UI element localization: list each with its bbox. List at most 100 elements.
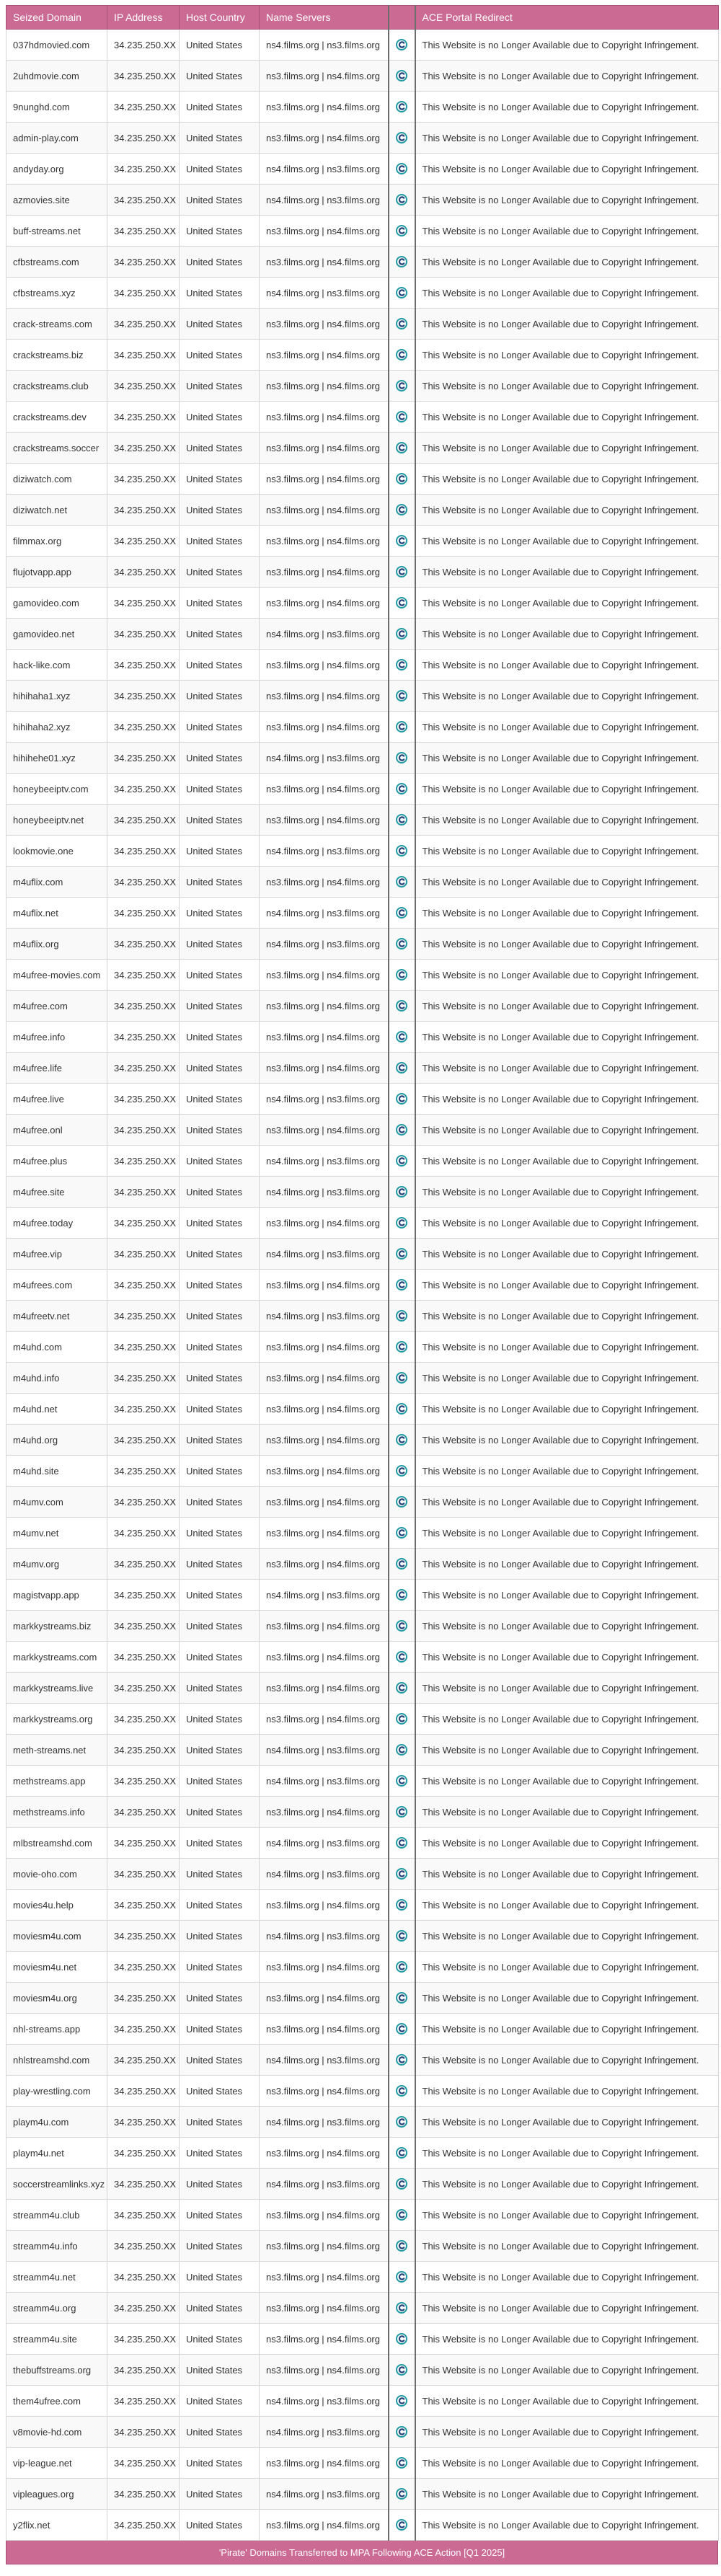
table-row: crackstreams.soccer 34.235.250.XX United S…: [6, 432, 719, 464]
ace-portal-redirect-cell: This Website is no Longer Available due …: [415, 1703, 719, 1735]
ip-address-cell: 34.235.250.XX: [107, 1889, 180, 1921]
ace-portal-redirect-cell: This Website is no Longer Available due …: [415, 1269, 719, 1301]
host-country-cell: United States: [179, 2168, 260, 2200]
ip-address-cell: 34.235.250.XX: [107, 2292, 180, 2324]
ace-portal-redirect-cell: This Website is no Longer Available due …: [415, 556, 719, 588]
host-country-cell: United States: [179, 1393, 260, 1425]
ace-logo-icon: [396, 938, 407, 950]
table-row: methstreams.app 34.235.250.XX United State…: [6, 1765, 719, 1797]
ace-portal-redirect-cell: This Website is no Longer Available due …: [415, 990, 719, 1022]
ace-icon-cell: [387, 1827, 416, 1859]
ace-icon-cell: [387, 2013, 416, 2045]
name-servers-cell: ns3.films.org | ns4.films.org: [259, 711, 389, 743]
ace-logo-icon: [396, 1062, 407, 1074]
table-row: m4ufree.info 34.235.250.XX United States ns…: [6, 1021, 719, 1053]
ace-portal-redirect-cell: This Website is no Longer Available due …: [415, 1796, 719, 1828]
name-servers-cell: ns4.films.org | ns3.films.org: [259, 1238, 389, 1270]
table-caption: 'Pirate' Domains Transferred to MPA Foll…: [6, 2541, 718, 2564]
seized-domain-cell: crackstreams.club: [6, 370, 107, 402]
ace-icon-cell: [387, 990, 416, 1022]
table-row: m4ufree-movies.com 34.235.250.XX United St…: [6, 959, 719, 991]
table-row: m4ufree.onl 34.235.250.XX United States ns3…: [6, 1114, 719, 1146]
ace-icon-cell: [387, 1238, 416, 1270]
table-row: v8movie-hd.com 34.235.250.XX United States…: [6, 2416, 719, 2448]
ace-logo-icon: [396, 473, 407, 485]
ace-portal-redirect-cell: This Website is no Longer Available due …: [415, 1114, 719, 1146]
ip-address-cell: 34.235.250.XX: [107, 2447, 180, 2479]
ace-icon-cell: [387, 649, 416, 681]
ace-logo-icon: [396, 2147, 407, 2159]
ace-logo-icon: [396, 39, 407, 51]
ace-icon-cell: [387, 401, 416, 433]
name-servers-cell: ns4.films.org | ns3.films.org: [259, 1083, 389, 1115]
seized-domain-cell: m4umv.com: [6, 1486, 107, 1518]
name-servers-cell: ns4.films.org | ns3.films.org: [259, 2478, 389, 2510]
ace-portal-redirect-cell: This Website is no Longer Available due …: [415, 2137, 719, 2169]
ace-icon-cell: [387, 339, 416, 371]
ip-address-cell: 34.235.250.XX: [107, 91, 180, 123]
ip-address-cell: 34.235.250.XX: [107, 1207, 180, 1239]
ip-address-cell: 34.235.250.XX: [107, 1114, 180, 1146]
name-servers-cell: ns3.films.org | ns4.films.org: [259, 525, 389, 557]
ip-address-cell: 34.235.250.XX: [107, 835, 180, 867]
host-country-cell: United States: [179, 773, 260, 805]
host-country-cell: United States: [179, 29, 260, 61]
table-row: flujotvapp.app 34.235.250.XX United States…: [6, 556, 719, 588]
host-country-cell: United States: [179, 2292, 260, 2324]
host-country-cell: United States: [179, 60, 260, 92]
seized-domain-cell: moviesm4u.org: [6, 1982, 107, 2014]
table-row: m4ufree.life 34.235.250.XX United States ns…: [6, 1052, 719, 1084]
ace-portal-redirect-cell: This Website is no Longer Available due …: [415, 1610, 719, 1642]
table-row: streamm4u.club 34.235.250.XX United States…: [6, 2199, 719, 2231]
table-row: m4uhd.info 34.235.250.XX United States ns3.…: [6, 1362, 719, 1394]
ace-icon-cell: [387, 1610, 416, 1642]
ace-portal-redirect-cell: This Website is no Longer Available due …: [415, 153, 719, 185]
seized-domain-cell: m4ufree-movies.com: [6, 959, 107, 991]
host-country-cell: United States: [179, 1951, 260, 1983]
name-servers-cell: ns3.films.org | ns4.films.org: [259, 959, 389, 991]
host-country-cell: United States: [179, 587, 260, 619]
ace-logo-icon: [396, 1527, 407, 1539]
host-country-cell: United States: [179, 835, 260, 867]
table-row: gamovideo.net 34.235.250.XX United States n…: [6, 618, 719, 650]
table-row: them4ufree.com 34.235.250.XX United States…: [6, 2385, 719, 2417]
ace-portal-redirect-cell: This Website is no Longer Available due …: [415, 1765, 719, 1797]
host-country-cell: United States: [179, 184, 260, 216]
name-servers-cell: ns3.films.org | ns4.films.org: [259, 494, 389, 526]
name-servers-cell: ns3.films.org | ns4.films.org: [259, 339, 389, 371]
name-servers-cell: ns3.films.org | ns4.films.org: [259, 122, 389, 154]
ace-logo-icon: [396, 1310, 407, 1322]
ip-address-cell: 34.235.250.XX: [107, 1455, 180, 1487]
ace-logo-icon: [396, 659, 407, 671]
seized-domain-cell: honeybeeiptv.net: [6, 804, 107, 836]
ace-logo-icon: [396, 1186, 407, 1198]
name-servers-cell: ns3.films.org | ns4.films.org: [259, 1889, 389, 1921]
table-row: m4umv.net 34.235.250.XX United States ns3.f…: [6, 1517, 719, 1549]
seized-domain-cell: vipleagues.org: [6, 2478, 107, 2510]
seized-domain-cell: m4ufree.vip: [6, 1238, 107, 1270]
header-host-country: Host Country: [179, 5, 260, 30]
ace-portal-redirect-cell: This Website is no Longer Available due …: [415, 1982, 719, 2014]
table-row: crackstreams.biz 34.235.250.XX United Stat…: [6, 339, 719, 371]
table-row: streamm4u.org 34.235.250.XX United States n…: [6, 2292, 719, 2324]
ace-portal-redirect-cell: This Website is no Longer Available due …: [415, 587, 719, 619]
ace-logo-icon: [396, 1806, 407, 1818]
table-row: moviesm4u.org 34.235.250.XX United States n…: [6, 1982, 719, 2014]
ace-portal-redirect-cell: This Website is no Longer Available due …: [415, 1052, 719, 1084]
table-row: m4uflix.com 34.235.250.XX United States ns3…: [6, 866, 719, 898]
ace-portal-redirect-cell: This Website is no Longer Available due …: [415, 2354, 719, 2386]
ace-icon-cell: [387, 680, 416, 712]
header-ip-address: IP Address: [107, 5, 180, 30]
ace-logo-icon: [396, 1744, 407, 1756]
seized-domain-cell: v8movie-hd.com: [6, 2416, 107, 2448]
ip-address-cell: 34.235.250.XX: [107, 277, 180, 309]
name-servers-cell: ns4.films.org | ns3.films.org: [259, 1858, 389, 1890]
ace-portal-redirect-cell: This Website is no Longer Available due …: [415, 432, 719, 464]
host-country-cell: United States: [179, 153, 260, 185]
seized-domain-cell: y2flix.net: [6, 2509, 107, 2541]
ace-icon-cell: [387, 1858, 416, 1890]
ace-portal-redirect-cell: This Website is no Longer Available due …: [415, 2478, 719, 2510]
ace-logo-icon: [396, 442, 407, 454]
table-row: movie-oho.com 34.235.250.XX United States n…: [6, 1858, 719, 1890]
ip-address-cell: 34.235.250.XX: [107, 463, 180, 495]
